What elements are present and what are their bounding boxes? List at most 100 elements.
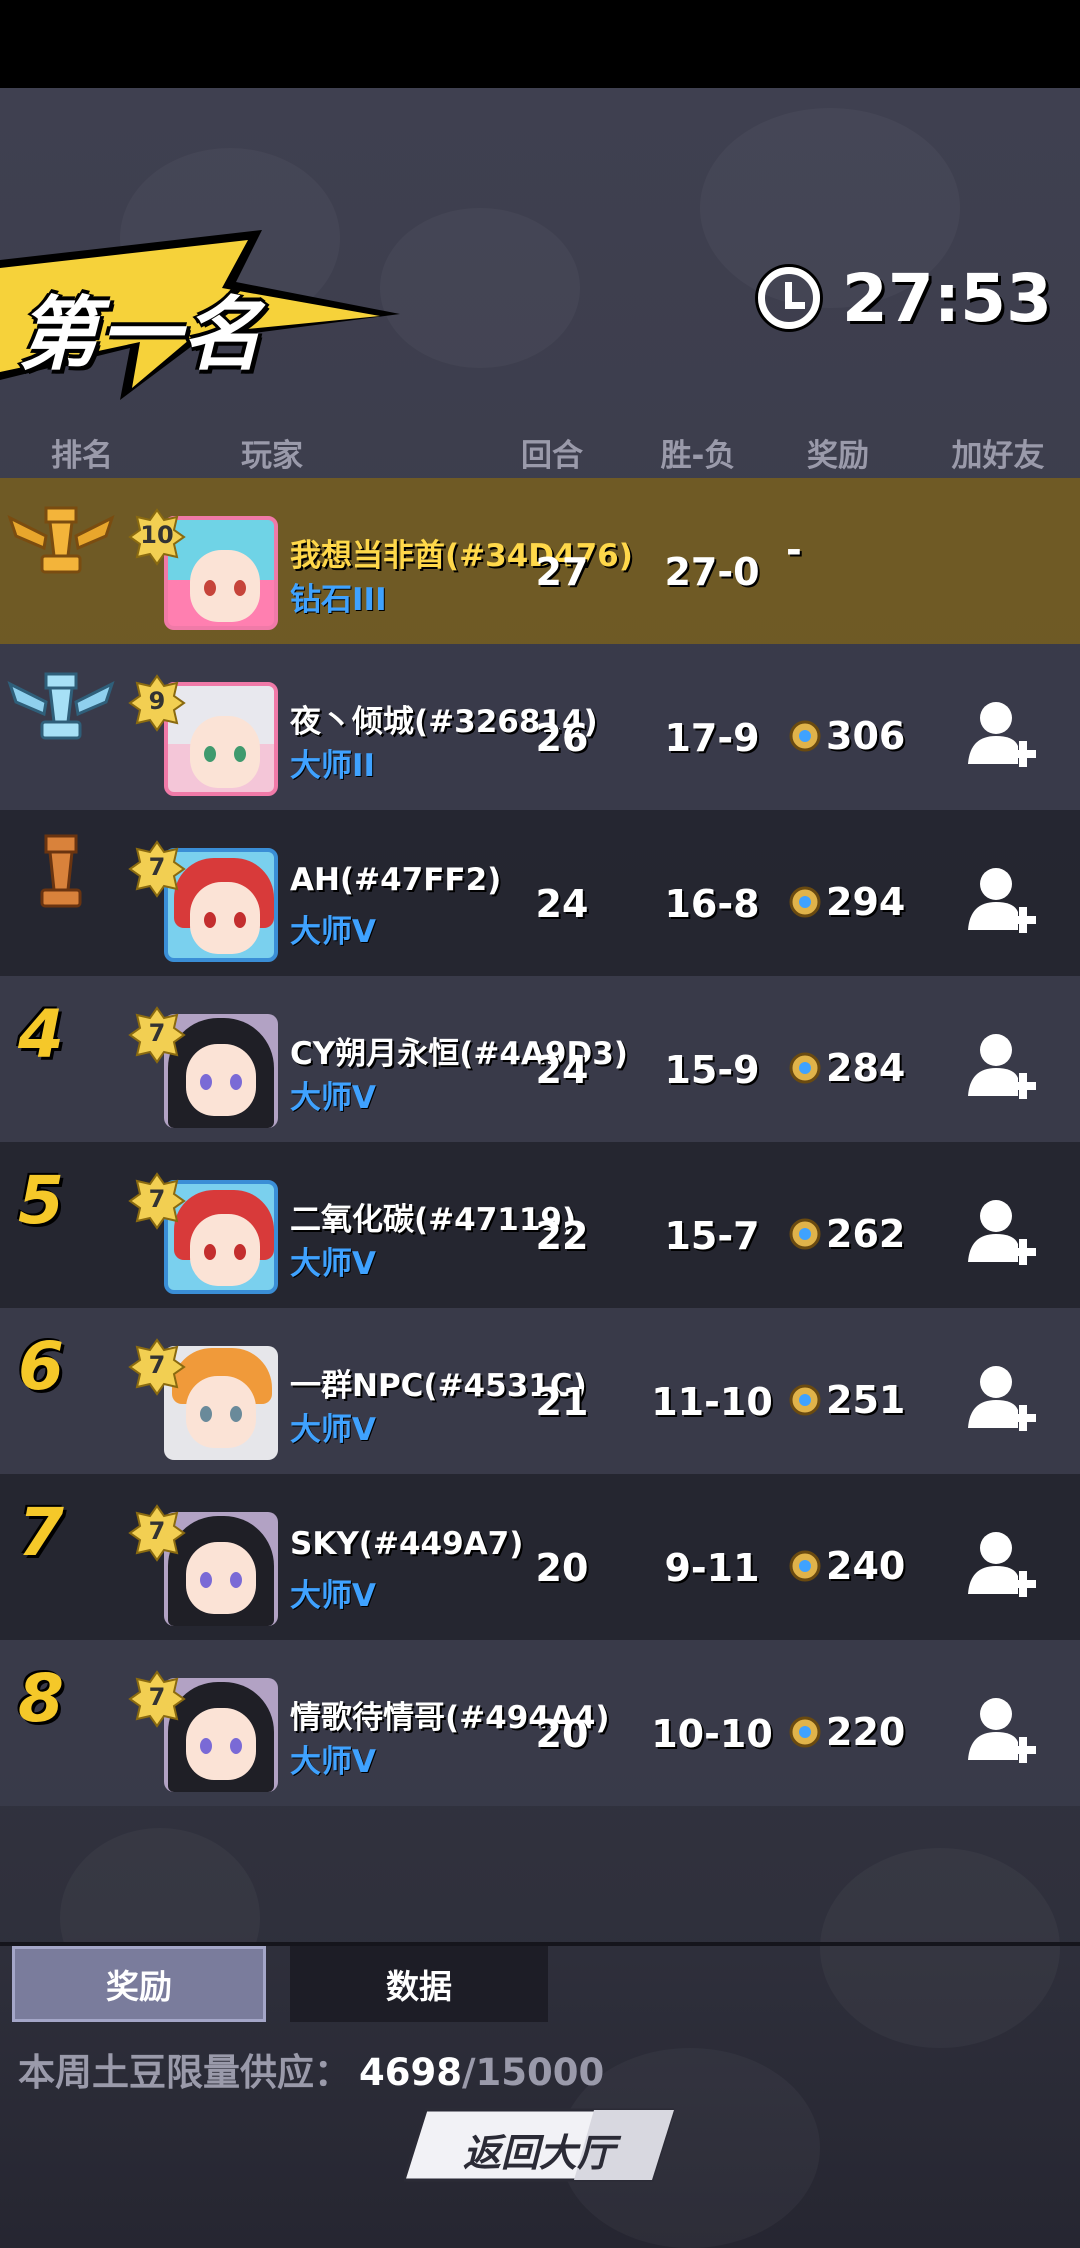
player-tier: 大师V [290,1744,376,1780]
placement-banner: 第一名 [0,230,400,400]
level-badge: 7 [128,1504,186,1562]
player-row: 10 我想当非酋(#34D476) 钻石III 27 27-0 - [0,478,1080,644]
header-rounds: 回合 [521,438,583,474]
player-row: 4 7 CY朔月永恒(#4A9D3) 大师V 24 15-9 284 [0,976,1080,1142]
reward-value: 251 [788,1378,905,1422]
player-row: 5 7 二氧化碳(#47119) 大师V 22 15-7 262 [0,1142,1080,1308]
player-name: AH(#47FF2) [290,862,502,898]
back-button-label: 返回大厅 [462,2131,615,2175]
level-badge: 7 [128,840,186,898]
player-tier: 大师V [290,914,376,950]
player-avatar[interactable]: 7 [128,1670,288,1800]
potato-coin-icon [789,1716,821,1748]
match-timer: 27:53 [757,258,1052,338]
player-avatar[interactable]: 7 [128,1338,288,1468]
player-avatar[interactable]: 7 [128,1504,288,1634]
supply-max: /15000 [461,2051,605,2094]
reward-amount: - [786,528,802,572]
potato-coin-icon [789,1550,821,1582]
rounds-value: 27 [535,550,589,594]
player-avatar[interactable]: 7 [128,1006,288,1136]
rank-number: 5 [18,1162,64,1239]
column-headers: 排名 玩家 回合 胜-负 奖励 加好友 [0,430,1080,474]
rounds-value: 20 [535,1546,589,1590]
add-friend-icon[interactable] [966,1694,1036,1768]
rank-number: 4 [18,996,64,1073]
player-tier: 大师II [290,748,376,784]
add-friend-icon[interactable] [966,1030,1036,1104]
reward-amount: 294 [826,880,906,924]
rank-number: 6 [18,1328,64,1405]
player-name: SKY(#449A7) [290,1526,524,1562]
rounds-value: 24 [535,882,589,926]
header-rank: 排名 [51,438,113,474]
player-tier: 大师V [290,1246,376,1282]
player-avatar[interactable]: 10 [128,508,288,638]
gold-trophy-icon [7,506,115,574]
rounds-value: 21 [535,1380,589,1424]
record-value: 17-9 [664,716,760,760]
placement-title: 第一名 [18,288,264,381]
add-friend-icon[interactable] [966,1528,1036,1602]
record-value: 11-10 [651,1380,773,1424]
reward-value: - [786,528,802,572]
status-bar [0,0,1080,88]
back-to-lobby-button[interactable]: 返回大厅 [404,2108,674,2182]
add-friend-icon[interactable] [966,698,1036,772]
player-row: 7 7 SKY(#449A7) 大师V 20 9-11 240 [0,1474,1080,1640]
clock-icon [757,267,820,329]
rounds-value: 26 [535,716,589,760]
reward-amount: 240 [826,1544,906,1588]
level-badge: 7 [128,1006,186,1064]
reward-value: 240 [788,1544,905,1588]
add-friend-icon[interactable] [966,1196,1036,1270]
record-value: 15-9 [664,1048,760,1092]
add-friend-icon[interactable] [966,864,1036,938]
player-avatar[interactable]: 9 [128,674,288,804]
tab-reward[interactable]: 奖励 [12,1946,266,2022]
potato-coin-icon [789,720,821,752]
player-row: 9 夜丶倾城(#326814) 大师II 26 17-9 306 [0,644,1080,810]
reward-amount: 262 [826,1212,906,1256]
player-tier: 钻石III [290,582,387,618]
header-player: 玩家 [241,438,303,474]
record-value: 27-0 [664,550,760,594]
level-badge: 10 [128,508,186,566]
level-badge: 7 [128,1172,186,1230]
player-row: 7 AH(#47FF2) 大师V 24 16-8 294 [0,810,1080,976]
player-tier: 大师V [290,1412,376,1448]
level-badge: 7 [128,1338,186,1396]
player-avatar[interactable]: 7 [128,1172,288,1302]
level-badge: 9 [128,674,186,732]
player-tier: 大师V [290,1080,376,1116]
player-tier: 大师V [290,1578,376,1614]
bronze-trophy-icon [40,834,82,908]
potato-coin-icon [789,1052,821,1084]
record-value: 15-7 [664,1214,760,1258]
player-avatar[interactable]: 7 [128,840,288,970]
reward-amount: 220 [826,1710,906,1754]
header-reward: 奖励 [807,438,869,474]
potato-coin-icon [789,886,821,918]
reward-value: 262 [788,1212,905,1256]
rank-number: 8 [18,1660,64,1737]
player-row: 8 7 情歌待情哥(#494A4) 大师V 20 10-10 220 [0,1640,1080,1806]
supply-current: 4698 [359,2051,462,2094]
weekly-supply: 本周土豆限量供应： 4698/15000 [18,2042,604,2096]
reward-value: 306 [788,714,905,758]
reward-value: 220 [788,1710,905,1754]
player-name: 二氧化碳(#47119) [290,1202,577,1238]
potato-coin-icon [789,1384,821,1416]
header-add-friend: 加好友 [951,438,1045,474]
record-value: 10-10 [651,1712,773,1756]
record-value: 16-8 [664,882,760,926]
add-friend-icon[interactable] [966,1362,1036,1436]
header-record: 胜-负 [660,438,736,474]
level-badge: 7 [128,1670,186,1728]
timer-text: 27:53 [841,259,1052,337]
tab-data[interactable]: 数据 [290,1946,548,2022]
reward-amount: 284 [826,1046,906,1090]
player-row: 6 7 一群NPC(#4531C) 大师V 21 11-10 251 [0,1308,1080,1474]
supply-label: 本周土豆限量供应： [18,2051,351,2094]
record-value: 9-11 [664,1546,760,1590]
